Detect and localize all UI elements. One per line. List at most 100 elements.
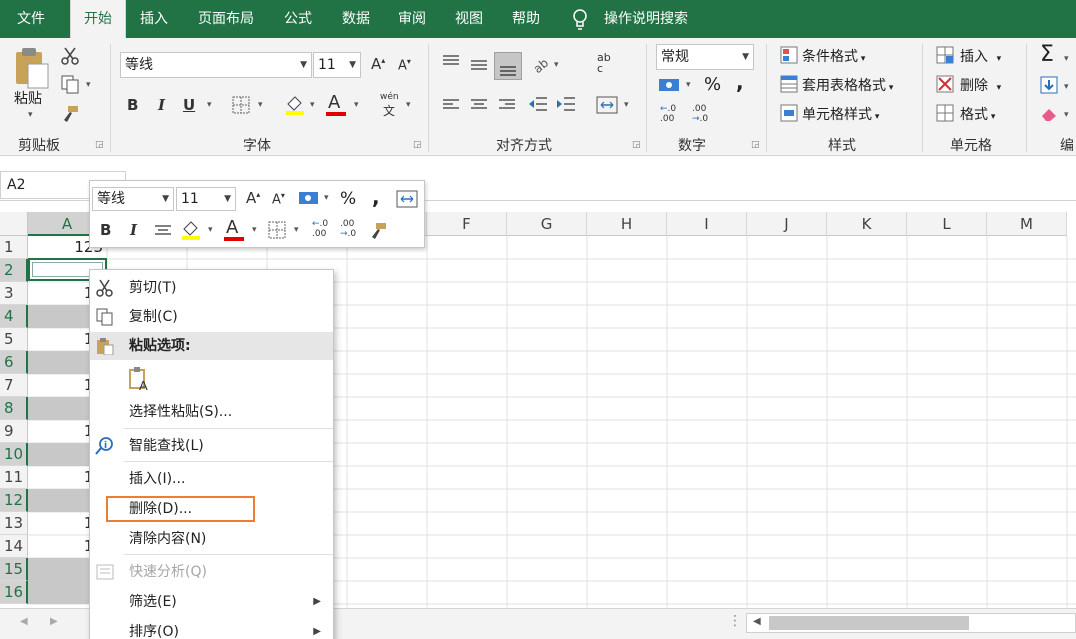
next-sheet-icon[interactable]: ▶ xyxy=(50,616,58,627)
font-launcher-icon[interactable]: ◲ xyxy=(413,140,422,150)
align-middle-icon[interactable] xyxy=(470,58,488,74)
format-painter-icon[interactable] xyxy=(60,104,80,124)
cell-styles-icon[interactable] xyxy=(780,104,798,122)
fill-dropdown-icon[interactable]: ▾ xyxy=(1064,82,1069,92)
accounting-format-icon[interactable] xyxy=(658,76,682,94)
row-header-3[interactable]: 3 xyxy=(0,282,28,305)
mini-font-color-button[interactable]: A xyxy=(226,217,238,238)
align-center-icon[interactable] xyxy=(470,98,488,112)
tab-page-layout[interactable]: 页面布局 xyxy=(190,0,262,38)
mini-bold-button[interactable]: B xyxy=(100,221,111,239)
cell-styles-button[interactable]: 单元格样式 ▾ xyxy=(802,104,879,124)
border-icon[interactable] xyxy=(232,96,250,114)
mini-format-painter-icon[interactable] xyxy=(368,221,388,241)
mini-comma-button[interactable]: , xyxy=(372,185,380,209)
insert-cells-icon[interactable] xyxy=(936,46,954,64)
menu-item-sort[interactable]: 排序(O) ▶ xyxy=(90,618,333,639)
paste-keep-text-icon[interactable]: A xyxy=(128,366,152,392)
scroll-split-icon[interactable]: ⋮ xyxy=(728,613,742,629)
mini-border-dropdown-icon[interactable]: ▾ xyxy=(294,225,299,235)
bold-button[interactable]: B xyxy=(127,96,138,114)
shrink-font-button[interactable]: A▾ xyxy=(398,57,411,73)
alignment-launcher-icon[interactable]: ◲ xyxy=(632,140,641,150)
number-launcher-icon[interactable]: ◲ xyxy=(751,140,760,150)
orientation-icon[interactable]: ab xyxy=(530,54,550,74)
clipboard-launcher-icon[interactable]: ◲ xyxy=(95,140,104,150)
accounting-dropdown-icon[interactable]: ▾ xyxy=(686,80,691,90)
tell-me-search[interactable]: 操作说明搜索 xyxy=(604,0,688,38)
paste-dropdown-icon[interactable]: ▾ xyxy=(28,110,33,120)
mini-fill-dropdown-icon[interactable]: ▾ xyxy=(208,225,213,235)
tab-home[interactable]: 开始 xyxy=(70,0,126,40)
row-header-14[interactable]: 14 xyxy=(0,535,28,558)
scroll-left-icon[interactable]: ◀ xyxy=(753,616,761,627)
chevron-down-icon[interactable]: ▼ xyxy=(300,53,307,77)
mini-grow-font-button[interactable]: A▴ xyxy=(246,189,260,207)
tab-formulas[interactable]: 公式 xyxy=(276,0,320,38)
format-cells-icon[interactable] xyxy=(936,104,954,122)
row-header-8[interactable]: 8 xyxy=(0,397,28,420)
font-color-button[interactable]: A xyxy=(328,92,340,113)
row-header-10[interactable]: 10 xyxy=(0,443,28,466)
align-top-icon[interactable] xyxy=(442,54,460,70)
comma-button[interactable]: , xyxy=(736,70,744,94)
row-header-16[interactable]: 16 xyxy=(0,581,28,604)
mini-accounting-icon[interactable] xyxy=(298,190,320,206)
row-header-4[interactable]: 4 xyxy=(0,305,28,328)
column-header-m[interactable]: M xyxy=(987,212,1067,236)
column-header-j[interactable]: J xyxy=(747,212,827,236)
row-header-12[interactable]: 12 xyxy=(0,489,28,512)
column-header-k[interactable]: K xyxy=(827,212,907,236)
column-header-g[interactable]: G xyxy=(507,212,587,236)
menu-item-paste-special[interactable]: 选择性粘贴(S)... xyxy=(90,398,333,426)
wrap-text-button[interactable]: ab c xyxy=(597,52,611,74)
clear-dropdown-icon[interactable]: ▾ xyxy=(1064,110,1069,120)
fill-color-dropdown-icon[interactable]: ▾ xyxy=(310,100,315,110)
mini-font-size-combo[interactable]: 11 ▼ xyxy=(176,187,236,211)
tab-help[interactable]: 帮助 xyxy=(504,0,548,38)
row-header-15[interactable]: 15 xyxy=(0,558,28,581)
mini-shrink-font-button[interactable]: A▾ xyxy=(272,191,285,207)
menu-item-clear-contents[interactable]: 清除内容(N) xyxy=(90,525,333,553)
scroll-thumb[interactable] xyxy=(769,616,969,630)
format-table-button[interactable]: 套用表格格式 ▾ xyxy=(802,75,893,95)
mini-increase-decimal-button[interactable]: ←.0.00 xyxy=(312,219,328,239)
row-header-5[interactable]: 5 xyxy=(0,328,28,351)
conditional-format-button[interactable]: 条件格式 ▾ xyxy=(802,46,865,66)
fill-down-icon[interactable] xyxy=(1040,76,1058,94)
tab-data[interactable]: 数据 xyxy=(334,0,378,38)
tab-review[interactable]: 审阅 xyxy=(390,0,434,38)
row-header-1[interactable]: 1 xyxy=(0,236,28,259)
font-size-combo[interactable]: 11 ▼ xyxy=(313,52,361,78)
decrease-indent-icon[interactable] xyxy=(528,96,548,112)
row-header-9[interactable]: 9 xyxy=(0,420,28,443)
format-cells-button[interactable]: 格式 ▾ xyxy=(960,104,995,124)
phonetic-guide-button[interactable]: wén 文 xyxy=(380,92,399,119)
clear-eraser-icon[interactable] xyxy=(1040,106,1060,122)
mini-percent-button[interactable]: % xyxy=(340,189,356,209)
phonetic-dropdown-icon[interactable]: ▾ xyxy=(406,100,411,110)
column-header-i[interactable]: I xyxy=(667,212,747,236)
horizontal-scrollbar[interactable]: ◀ xyxy=(746,613,1076,633)
mini-font-color-dropdown-icon[interactable]: ▾ xyxy=(252,225,257,235)
autosum-dropdown-icon[interactable]: ▾ xyxy=(1064,54,1069,64)
mini-border-icon[interactable] xyxy=(268,221,286,239)
select-all-corner[interactable] xyxy=(0,212,28,236)
mini-italic-button[interactable]: I xyxy=(130,221,137,239)
insert-cells-button[interactable]: 插入 ▾ xyxy=(960,46,1001,66)
border-dropdown-icon[interactable]: ▾ xyxy=(258,100,263,110)
mini-merge-icon[interactable] xyxy=(396,190,418,208)
menu-item-copy[interactable]: 复制(C) xyxy=(90,303,333,331)
column-header-l[interactable]: L xyxy=(907,212,987,236)
italic-button[interactable]: I xyxy=(158,96,165,114)
tab-file[interactable]: 文件 xyxy=(8,0,54,38)
underline-button[interactable]: U xyxy=(183,96,195,114)
delete-cells-icon[interactable] xyxy=(936,75,954,93)
menu-item-cut[interactable]: 剪切(T) xyxy=(90,274,333,302)
decrease-decimal-button[interactable]: .00 →.0 xyxy=(692,104,708,124)
chevron-down-icon[interactable]: ▼ xyxy=(224,188,231,210)
menu-item-filter[interactable]: 筛选(E) ▶ xyxy=(90,588,333,616)
delete-cells-button[interactable]: 删除 ▾ xyxy=(960,75,1001,95)
column-header-f[interactable]: F xyxy=(427,212,507,236)
mini-align-center-icon[interactable] xyxy=(154,224,172,238)
